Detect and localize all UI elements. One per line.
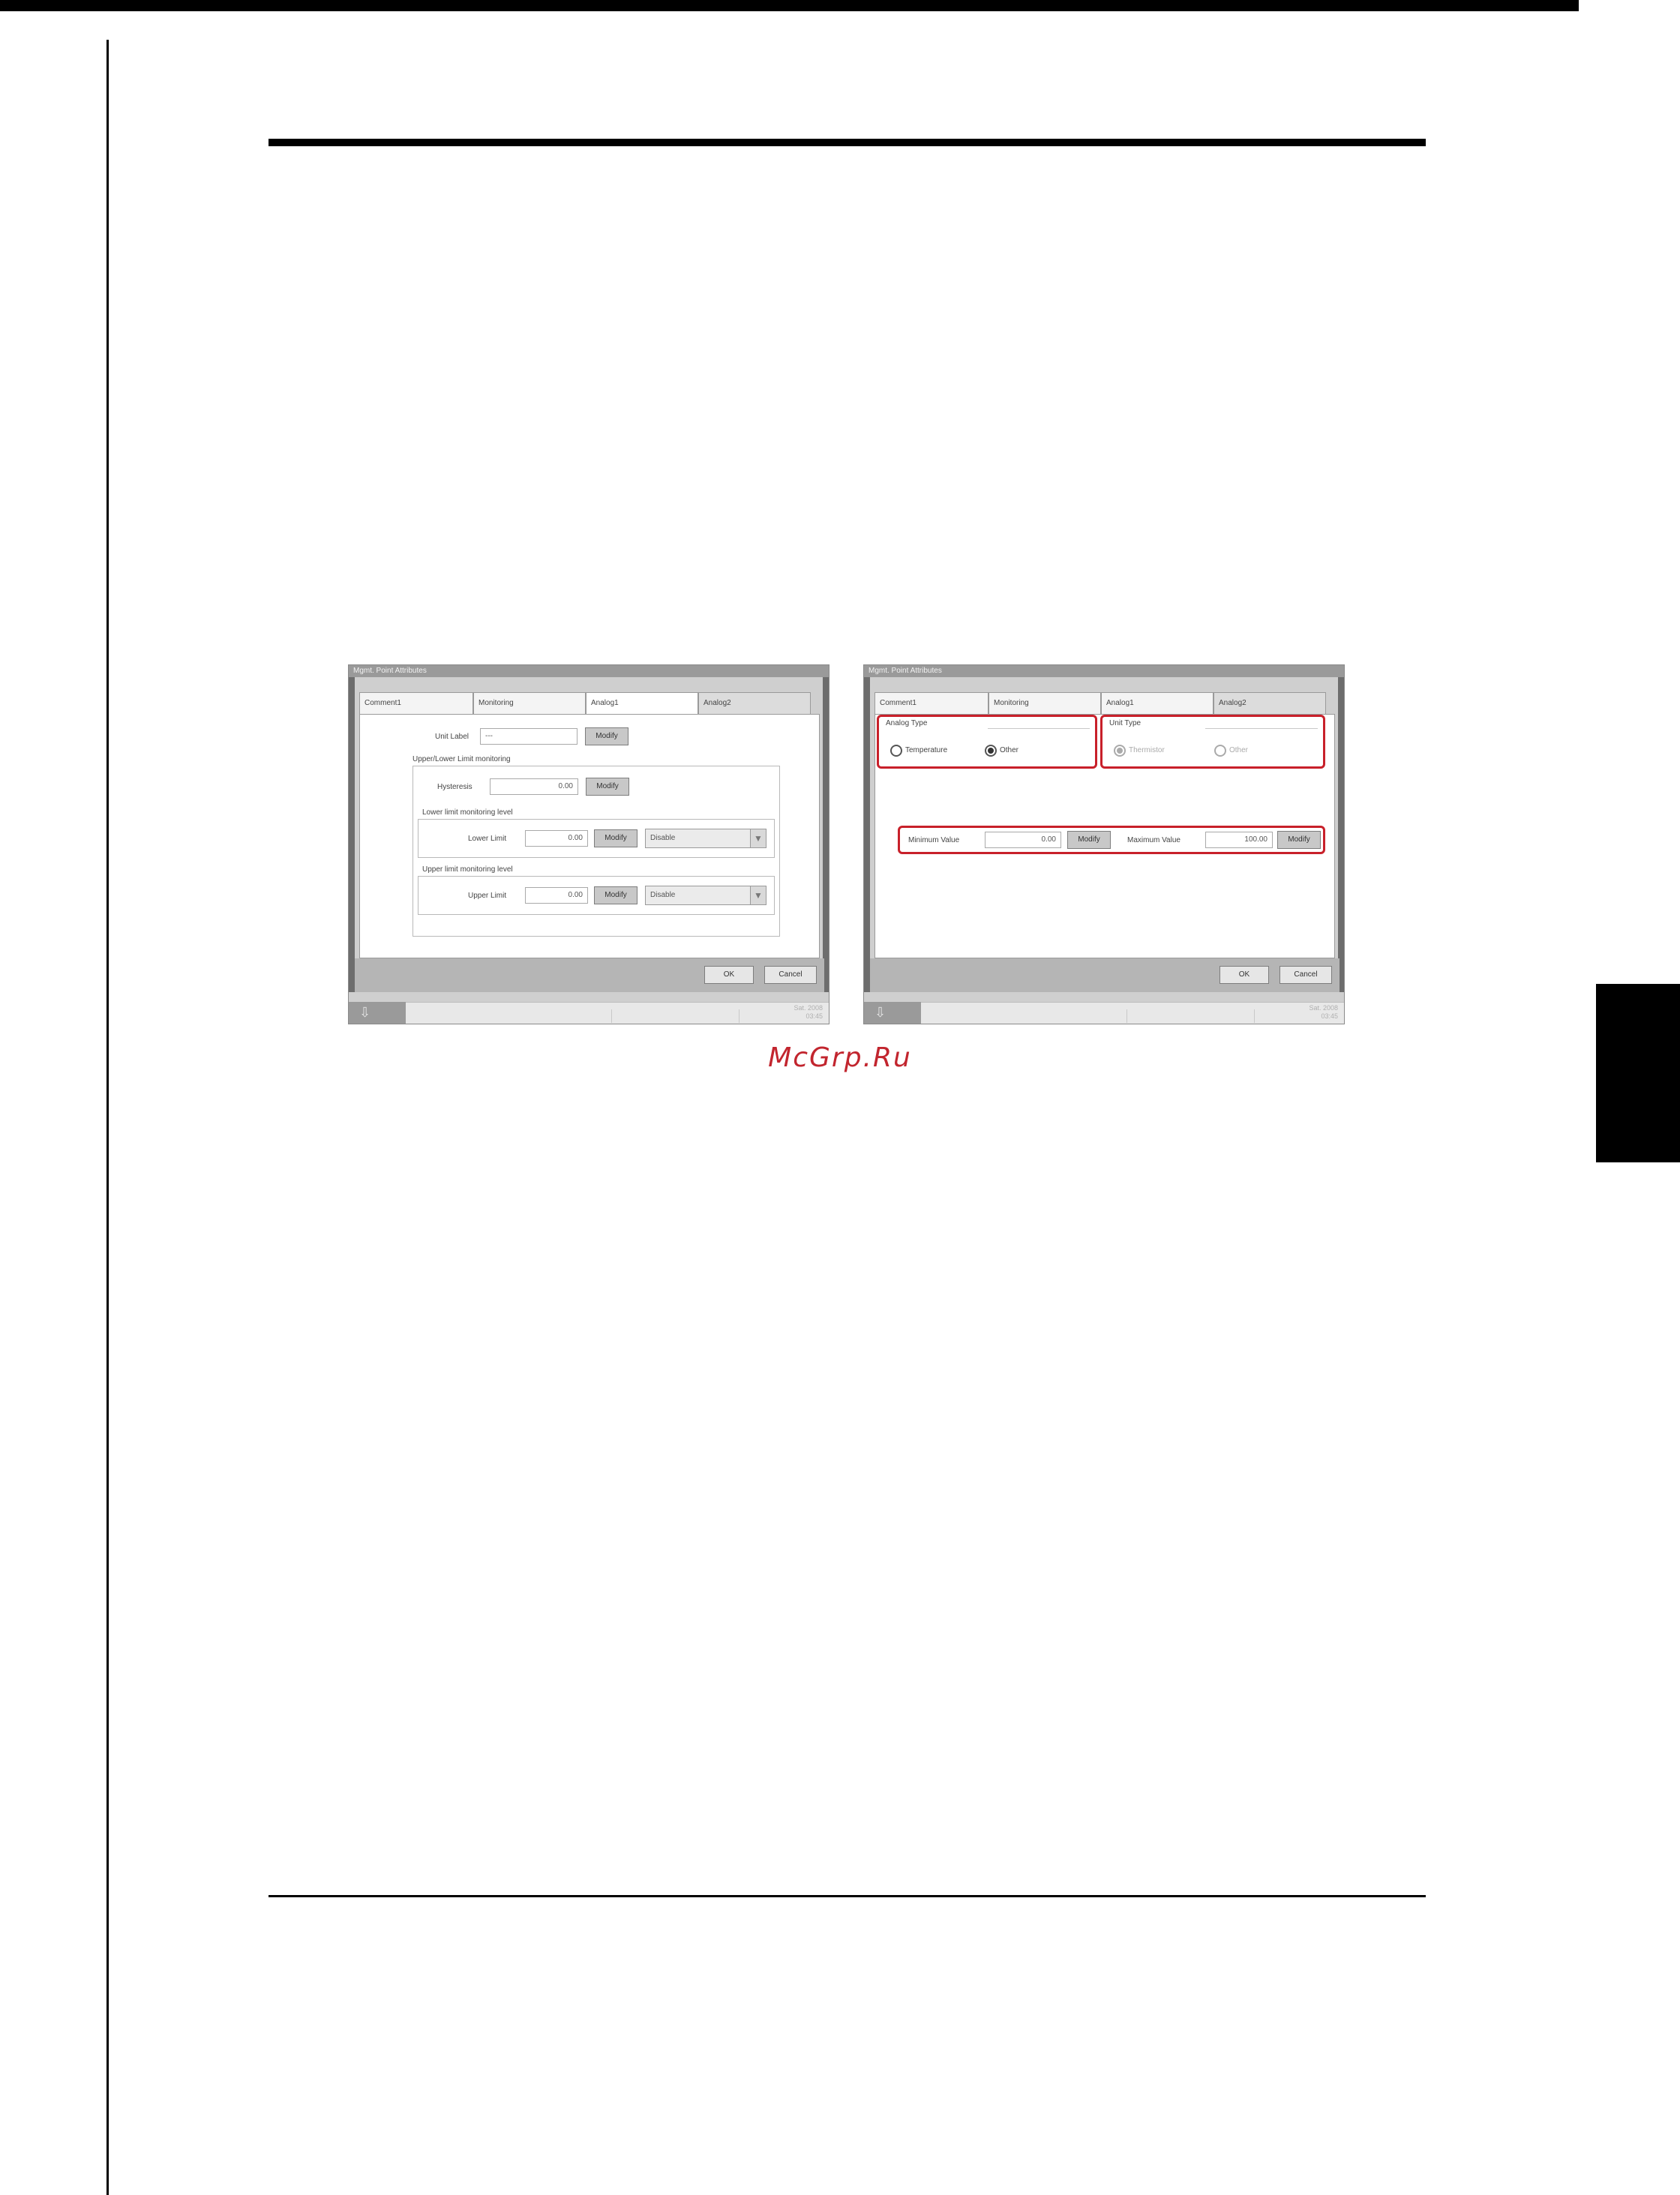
minimum-value-field[interactable]: 0.00: [985, 832, 1061, 848]
window-title: Mgmt. Point Attributes: [349, 665, 829, 677]
chapter-side-tab: [1596, 984, 1680, 1162]
tab-comment1[interactable]: Comment1: [359, 692, 473, 715]
analog-type-rule: [988, 728, 1090, 729]
limit-monitoring-caption: Upper/Lower Limit monitoring: [412, 755, 511, 763]
status-time: 03:45: [1321, 1012, 1338, 1020]
unit-type-title: Unit Type: [1109, 719, 1142, 727]
status-divider: [611, 1009, 612, 1023]
watermark: McGrp.Ru: [768, 1042, 912, 1073]
tab-analog2[interactable]: Analog2: [1214, 692, 1326, 715]
tab-comment1[interactable]: Comment1: [874, 692, 988, 715]
tab-monitoring[interactable]: Monitoring: [988, 692, 1101, 715]
screenshot-analog1-tab: Mgmt. Point Attributes Comment1 Monitori…: [348, 664, 830, 1024]
unit-label-caption: Unit Label: [435, 733, 470, 741]
lower-limit-group-caption: Lower limit monitoring level: [422, 808, 513, 817]
radio-unit-other[interactable]: [1214, 745, 1226, 757]
tab-analog1[interactable]: Analog1: [586, 692, 698, 715]
left-margin-rule: [106, 40, 109, 2195]
tab-monitoring[interactable]: Monitoring: [473, 692, 586, 715]
status-divider: [739, 1009, 740, 1023]
cancel-button[interactable]: Cancel: [1280, 966, 1332, 984]
status-date: Sat. 2008: [794, 1004, 823, 1012]
ok-button[interactable]: OK: [1220, 966, 1269, 984]
ok-button[interactable]: OK: [704, 966, 754, 984]
dialog-button-bar: OK Cancel: [870, 958, 1340, 992]
window-frame-left: [864, 677, 870, 992]
status-time: 03:45: [806, 1012, 823, 1020]
screenshot-analog2-tab: Mgmt. Point Attributes Comment1 Monitori…: [863, 664, 1345, 1024]
lower-limit-level-select[interactable]: Disable ▼: [645, 829, 766, 848]
maximum-value-modify-button[interactable]: Modify: [1277, 831, 1321, 849]
upper-limit-level-value: Disable: [650, 891, 676, 899]
cancel-button[interactable]: Cancel: [764, 966, 817, 984]
radio-thermistor-label: Thermistor: [1129, 746, 1165, 754]
header-rule: [268, 139, 1426, 146]
chevron-down-icon[interactable]: ▼: [750, 829, 766, 847]
window-frame-right: [1338, 677, 1344, 992]
dialog-button-bar: OK Cancel: [355, 958, 824, 992]
status-bar: [864, 1002, 1344, 1024]
maximum-value-field[interactable]: 100.00: [1205, 832, 1273, 848]
chevron-down-icon[interactable]: ▼: [750, 886, 766, 904]
upper-limit-modify-button[interactable]: Modify: [594, 886, 638, 904]
upper-limit-group: Upper Limit 0.00 Modify Disable ▼: [418, 876, 775, 915]
radio-thermistor[interactable]: [1114, 745, 1126, 757]
lower-limit-caption: Lower Limit: [468, 835, 507, 843]
status-bar: [349, 1002, 829, 1024]
hysteresis-caption: Hysteresis: [437, 783, 472, 791]
window-frame-left: [349, 677, 355, 992]
lower-limit-field[interactable]: 0.00: [525, 830, 588, 847]
arrow-down-icon: ⇩: [359, 1005, 371, 1020]
upper-limit-field[interactable]: 0.00: [525, 887, 588, 904]
lower-limit-level-value: Disable: [650, 834, 676, 842]
hysteresis-field[interactable]: 0.00: [490, 778, 578, 795]
unit-label-field[interactable]: ---: [480, 728, 578, 745]
radio-other-label: Other: [1000, 746, 1019, 754]
tab-content-panel: Analog Type Temperature Other Unit Type …: [874, 714, 1335, 958]
status-divider: [1254, 1009, 1255, 1023]
unit-type-rule: [1205, 728, 1318, 729]
minimum-value-modify-button[interactable]: Modify: [1067, 831, 1111, 849]
arrow-down-icon: ⇩: [874, 1005, 886, 1020]
status-date: Sat. 2008: [1309, 1004, 1338, 1012]
status-clock: Sat. 2008 03:45: [1309, 1004, 1338, 1021]
hysteresis-modify-button[interactable]: Modify: [586, 778, 629, 796]
status-menu-button[interactable]: [864, 1002, 921, 1024]
limit-monitoring-group: Hysteresis 0.00 Modify Lower limit monit…: [412, 766, 780, 937]
window-frame-right: [823, 677, 829, 992]
lower-limit-modify-button[interactable]: Modify: [594, 829, 638, 847]
status-divider: [1126, 1009, 1127, 1023]
tab-analog2[interactable]: Analog2: [698, 692, 811, 715]
tab-analog1[interactable]: Analog1: [1101, 692, 1214, 715]
radio-temperature[interactable]: [890, 745, 902, 757]
upper-limit-level-select[interactable]: Disable ▼: [645, 886, 766, 905]
minimum-value-caption: Minimum Value: [908, 836, 960, 844]
tab-content-panel: Unit Label --- Modify Upper/Lower Limit …: [359, 714, 820, 958]
radio-other[interactable]: [985, 745, 997, 757]
upper-limit-group-caption: Upper limit monitoring level: [422, 865, 513, 874]
radio-unit-other-label: Other: [1229, 746, 1249, 754]
status-clock: Sat. 2008 03:45: [794, 1004, 823, 1021]
status-menu-button[interactable]: [349, 1002, 406, 1024]
upper-limit-caption: Upper Limit: [468, 892, 507, 900]
footer-rule: [268, 1895, 1426, 1897]
maximum-value-caption: Maximum Value: [1127, 836, 1180, 844]
top-border-bar: [0, 0, 1579, 11]
analog-type-title: Analog Type: [886, 719, 928, 727]
window-title: Mgmt. Point Attributes: [864, 665, 1344, 677]
radio-temperature-label: Temperature: [905, 746, 948, 754]
lower-limit-group: Lower Limit 0.00 Modify Disable ▼: [418, 819, 775, 858]
unit-label-modify-button[interactable]: Modify: [585, 727, 628, 745]
